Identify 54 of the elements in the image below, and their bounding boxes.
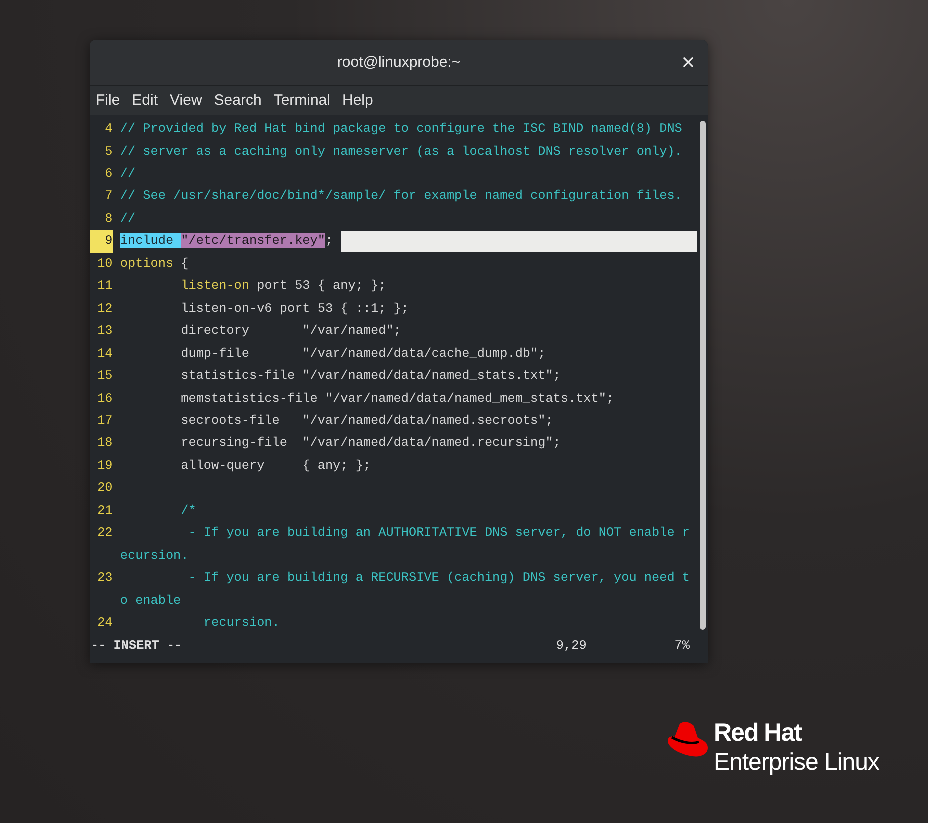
scrollbar[interactable] (700, 121, 706, 630)
scroll-percent: 7% (674, 638, 690, 654)
logo-subtitle: Enterprise Linux (714, 748, 880, 778)
menu-item[interactable]: Edit (132, 92, 158, 110)
code-line: recursion. (202, 614, 281, 632)
code-line: memstatistics-file "/var/named/data/named_mem_stats.txt"; (180, 390, 616, 408)
line-number: 16 (96, 390, 113, 408)
menu-item[interactable]: Terminal (274, 92, 330, 110)
line-number: 7 (104, 187, 113, 206)
code-line: dump-file "/var/named/data/cache_dump.db"; (180, 344, 547, 363)
window-title: root@linuxprobe:~ (337, 54, 461, 71)
line-number: 13 (96, 322, 113, 340)
code-line: // server as a caching only nameserver (as a localhost DNS resolver only). (120, 142, 684, 161)
code-line: recursing-file "/var/named/data/named.recursing"; (180, 434, 562, 452)
line-number: 20 (96, 479, 113, 498)
line-number: 22 (96, 524, 113, 542)
code-line: directory "/var/named"; (180, 322, 402, 340)
close-button[interactable]: × (676, 52, 700, 73)
code-line: allow-query { any; }; (180, 456, 372, 475)
line-number: 15 (96, 367, 113, 386)
line-number: 18 (96, 434, 113, 452)
line-number: 23 (96, 569, 113, 588)
code-line: - If you are building an AUTHORITATIVE DNS server, do NOT enable recursion. (120, 524, 692, 565)
line-number: 14 (96, 344, 113, 363)
cursor-position: 9,29 (556, 638, 587, 654)
line-number: 4 (104, 120, 113, 138)
line-number: 11 (96, 277, 113, 296)
code-line: // See /usr/share/doc/bind*/sample/ for example named configuration files. (120, 187, 684, 206)
code-line: statistics-file "/var/named/data/named_stats.txt"; (180, 367, 562, 386)
line-number: 12 (96, 300, 113, 318)
line-number: 10 (96, 254, 113, 273)
line-number: 5 (104, 142, 113, 161)
line-number: 17 (96, 412, 113, 430)
menu-item[interactable]: File (96, 92, 120, 110)
menu-item[interactable]: Help (342, 92, 374, 110)
line-number: 19 (96, 456, 113, 475)
line-number: 9 (90, 230, 113, 253)
menu-item[interactable]: View (170, 92, 202, 110)
code-line: // Provided by Red Hat bind package to configure the ISC BIND named(8) DNS (120, 120, 684, 138)
mode-indicator: -- INSERT -- (91, 638, 182, 654)
line-number: 21 (96, 502, 113, 520)
line-number: 6 (104, 164, 113, 183)
code-line: include "/etc/transfer.key"; (120, 232, 334, 250)
code-line: // (120, 210, 137, 228)
code-line: listen-on port 53 { any; }; (180, 277, 388, 296)
line-number: 24 (96, 614, 113, 632)
code-line: options { (120, 254, 190, 273)
menu-item[interactable]: Search (214, 92, 262, 110)
code-line: listen-on-v6 port 53 { ::1; }; (180, 300, 410, 318)
line-number: 8 (104, 210, 113, 228)
code-line: // (120, 164, 137, 183)
code-line: /* (180, 502, 198, 520)
code-line: secroots-file "/var/named/data/named.secroots"; (180, 412, 554, 430)
logo-title: Red Hat (714, 718, 803, 748)
